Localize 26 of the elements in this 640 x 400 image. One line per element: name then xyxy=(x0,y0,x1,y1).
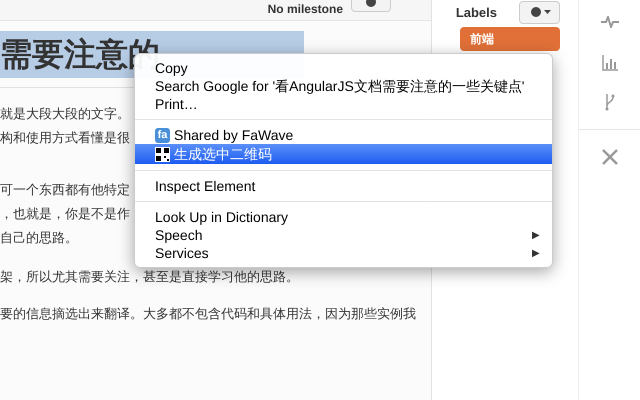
paragraph-line: 可一个东西都有他特定 xyxy=(0,181,130,199)
menu-item[interactable]: Search Google for '看AngularJS文档需要注意的一些关键点' xyxy=(135,77,552,95)
gear-dropdown-button[interactable] xyxy=(351,0,391,12)
bar-chart-icon xyxy=(602,55,618,71)
labels-settings-button[interactable] xyxy=(519,1,560,24)
paragraph-line: 就是大段大段的文字。 xyxy=(0,105,130,123)
paragraph-line: 架，所以尤其需要关注，甚至是直接学习他的思路。 xyxy=(0,268,299,286)
pulse-icon xyxy=(600,16,618,28)
menu-item[interactable]: Speech ▶ xyxy=(135,226,552,244)
branch-icon xyxy=(604,93,616,111)
menu-item[interactable]: 生成选中二维码 xyxy=(135,144,552,164)
paragraph-line: 自己的思路。 xyxy=(0,229,78,247)
paragraph-line: 构和使用方式看懂是很 xyxy=(0,129,130,147)
menu-item[interactable]: Inspect Element xyxy=(135,177,552,195)
qr-code-icon xyxy=(155,146,170,162)
submenu-arrow-icon: ▶ xyxy=(532,246,540,260)
paragraph-line: ，也就是，你是不是作 xyxy=(0,205,130,223)
milestone-text: No milestone xyxy=(268,2,343,16)
menu-item[interactable]: Services ▶ xyxy=(135,244,552,262)
fawave-icon: fa xyxy=(155,128,170,142)
menu-item[interactable]: fa Shared by FaWave xyxy=(135,126,552,144)
submenu-arrow-icon: ▶ xyxy=(532,228,540,242)
labels-heading: Labels xyxy=(456,4,497,22)
menu-item[interactable]: Print… xyxy=(135,95,552,113)
menu-item[interactable]: Look Up in Dictionary xyxy=(135,208,552,226)
paragraph-line: 要的信息摘选出来翻译。大多都不包含代码和具体用法，因为那些实例我 xyxy=(0,305,416,323)
